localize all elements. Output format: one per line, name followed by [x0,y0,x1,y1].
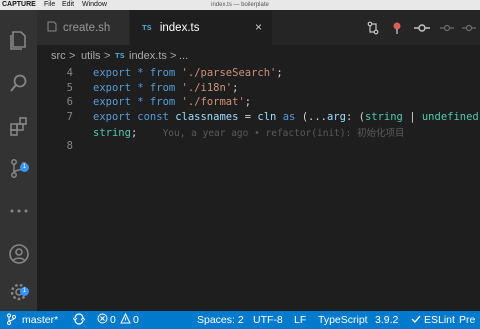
tab-label: index.ts [159,21,200,34]
code-line-4: export * from './parseSearch'; [93,67,283,79]
menu-bar: index.ts — boilerplate CAPTURE File Edit… [0,0,480,10]
code-line-7: export const classnames = cln as (...arg… [93,110,480,123]
status-encoding[interactable]: UTF-8 [253,311,283,329]
menu-window[interactable]: Window [82,0,107,10]
timeline-icon[interactable] [414,21,430,40]
branch-icon [6,311,16,329]
line-number: 4 [66,67,73,79]
status-branch[interactable]: master* [22,311,58,329]
tab-index-ts[interactable]: TS index.ts × [130,10,272,45]
breadcrumb-utils[interactable]: utils [81,45,101,67]
warning-icon[interactable] [120,311,131,329]
menu-edit[interactable]: Edit [62,0,74,10]
status-prettier[interactable]: Pre [459,311,475,329]
next-change-icon[interactable] [462,21,476,40]
breadcrumb-src[interactable]: src [51,45,66,67]
tab-label: create.sh [63,21,111,34]
status-ts-version[interactable]: 3.9.2 [375,311,398,329]
file-icon [47,21,57,35]
status-eol[interactable]: LF [294,311,306,329]
previous-change-icon[interactable] [440,21,454,40]
breadcrumb: src > utils > TS index.ts > ... [37,45,480,67]
line-number: 8 [66,139,73,152]
account-icon[interactable] [0,237,37,271]
status-language[interactable]: TypeScript [318,311,368,329]
sync-icon[interactable] [72,311,86,329]
close-icon[interactable]: × [255,20,262,34]
source-control-icon[interactable]: 1 [0,151,37,185]
breadcrumb-separator: > [170,50,177,62]
line-number: 5 [66,81,73,94]
source-control-badge: 1 [20,163,29,172]
menu-file[interactable]: File [44,0,55,10]
status-bar: master* 0 0 Spaces: 2 UTF-8 LF TypeScrip… [0,311,480,329]
code-line-5: export * from './i18n'; [93,81,239,94]
error-icon[interactable] [97,311,108,329]
status-errors[interactable]: 0 [110,311,116,329]
status-indentation[interactable]: Spaces: 2 [197,311,244,329]
breadcrumb-separator: > [104,50,111,62]
git-blame-annotation: You, a year ago • refactor(init): 初始化项目 [162,128,405,139]
code-editor[interactable]: 4 5 6 7 8 export * from './parseSearch';… [37,67,480,311]
explorer-icon[interactable] [0,23,37,57]
search-icon[interactable] [0,66,37,100]
settings-gear-icon[interactable]: 1 [0,275,37,309]
breadcrumb-symbol[interactable]: ... [179,45,188,67]
line-number: 6 [66,96,73,108]
status-warnings[interactable]: 0 [133,311,139,329]
code-line-6: export * from './format'; [93,96,252,108]
open-changes-icon[interactable] [366,21,380,40]
status-eslint[interactable]: ESLint [424,311,455,329]
pin-icon[interactable] [390,21,404,40]
typescript-file-icon: TS [115,52,125,60]
extensions-icon[interactable] [0,109,37,143]
code-line-7-wrap: string; You, a year ago • refactor(init)… [93,127,405,139]
eslint-check-icon [411,311,421,329]
breadcrumb-file[interactable]: index.ts [129,45,167,67]
line-number: 7 [66,110,73,123]
typescript-file-icon: TS [142,23,152,32]
menu-app-name[interactable]: CAPTURE [2,0,36,10]
tab-create-sh[interactable]: create.sh [37,10,130,45]
breadcrumb-separator: > [69,50,76,62]
more-icon[interactable] [0,194,37,228]
settings-badge: 1 [20,287,29,296]
editor-toolbar [360,10,480,45]
activity-bar: 1 1 [0,10,37,311]
